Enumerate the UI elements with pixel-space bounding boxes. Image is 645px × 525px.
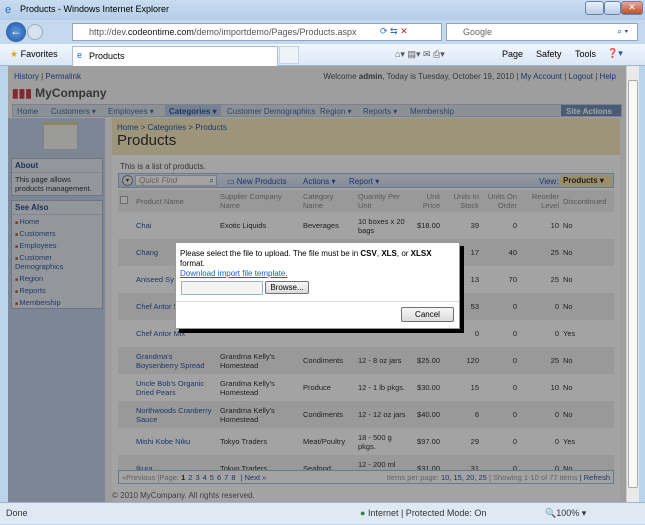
refresh-icon[interactable]: ⟳ ⇆ ✕ (380, 26, 408, 37)
download-template-link[interactable]: Download import file template. (180, 269, 288, 278)
tools-menu[interactable]: Tools (575, 49, 596, 59)
status-text: Done (6, 508, 28, 518)
favorites-button[interactable]: ★ Favorites (10, 49, 58, 60)
browse-button[interactable]: Browse... (265, 281, 309, 294)
new-tab-button[interactable] (279, 46, 299, 64)
search-icon[interactable]: ⌕ ▾ (617, 26, 628, 37)
minimize-button[interactable] (585, 1, 604, 15)
close-window-button[interactable]: ✕ (621, 1, 643, 15)
star-icon: ★ (10, 49, 19, 59)
safety-menu[interactable]: Safety (536, 49, 562, 59)
title-bar: e Products - Windows Internet Explorer ✕ (0, 0, 645, 20)
search-box[interactable]: Google ⌕ ▾ (446, 23, 638, 41)
status-bar: Done ● Internet | Protected Mode: On 🔍10… (0, 502, 645, 524)
forward-button[interactable] (27, 24, 43, 40)
ie-icon: e (77, 50, 83, 60)
help-icon[interactable]: ❓▾ (607, 48, 623, 59)
home-icon[interactable]: ⌂▾ ▤▾ ✉ ⎙▾ (395, 49, 445, 60)
page-menu[interactable]: Page (502, 49, 523, 59)
security-zone: ● Internet | Protected Mode: On (360, 508, 487, 518)
back-button[interactable]: ← (6, 22, 26, 42)
window-title: Products - Windows Internet Explorer (20, 4, 170, 14)
file-path-input[interactable] (181, 281, 263, 295)
import-instructions: Please select the file to upload. The fi… (180, 249, 432, 278)
favorites-bar: ★ Favorites e Products ⌂▾ ▤▾ ✉ ⎙▾ Page Sa… (0, 44, 645, 66)
import-dialog: Please select the file to upload. The fi… (175, 242, 460, 329)
globe-icon: ● (360, 508, 366, 518)
cancel-button[interactable]: Cancel (401, 307, 454, 322)
vertical-scrollbar[interactable] (626, 66, 639, 502)
tab-products[interactable]: e Products (72, 46, 278, 66)
ie-icon: e (5, 4, 12, 16)
maximize-button[interactable] (604, 1, 621, 15)
zoom-level[interactable]: 🔍100% ▾ (545, 508, 586, 519)
